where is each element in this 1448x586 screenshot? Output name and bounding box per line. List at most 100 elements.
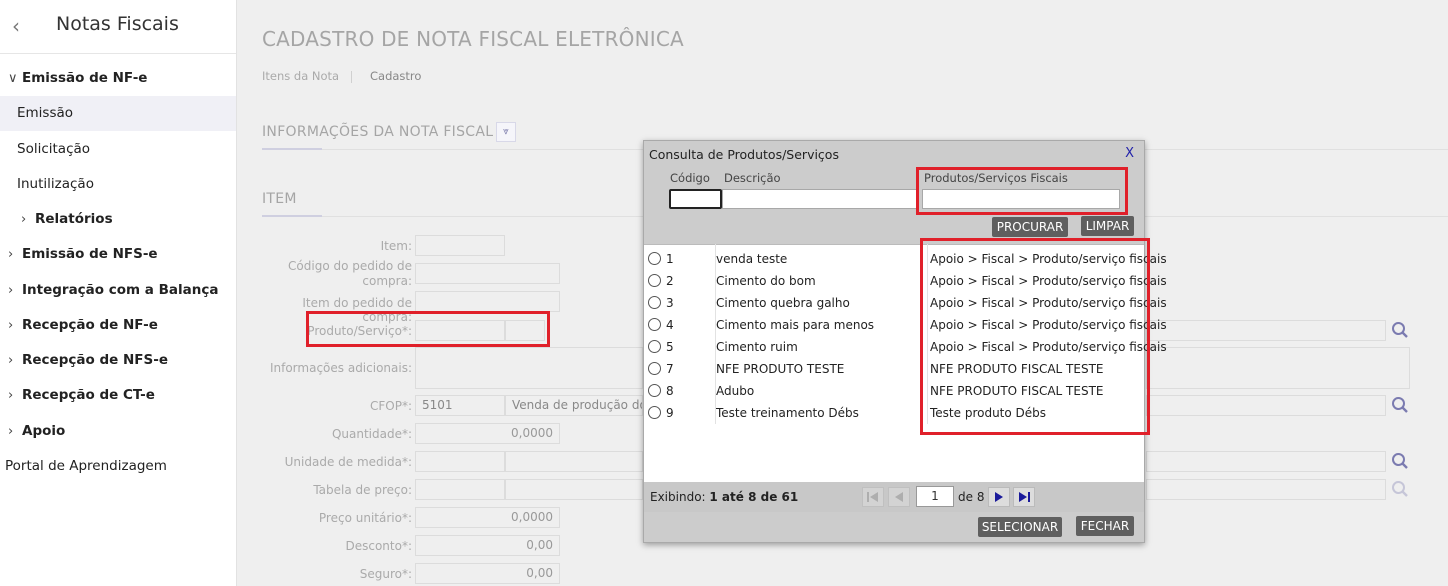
produto-descricao-field[interactable] — [505, 320, 545, 341]
sidebar-item-emissao[interactable]: Emissão — [0, 96, 236, 131]
breadcrumb-separator — [351, 71, 352, 83]
radio-button[interactable] — [648, 406, 661, 419]
breadcrumb-cadastro: Cadastro — [370, 69, 422, 83]
table-row[interactable]: 3 Cimento quebra galho Apoio > Fiscal > Pr… — [644, 292, 1167, 314]
item-field[interactable] — [415, 235, 505, 256]
produto-servico-label: Produto/Serviço*: — [307, 324, 412, 338]
codigo-input[interactable] — [669, 189, 722, 209]
next-page-icon — [995, 492, 1003, 502]
sidebar-item-solicitacao[interactable]: Solicitação — [0, 132, 236, 167]
codigo-pedido-field[interactable] — [415, 263, 560, 284]
fiscal-input[interactable] — [922, 189, 1120, 209]
cfop-label: CFOP*: — [369, 399, 412, 413]
table-row[interactable]: 9 Teste treinamento Débs Teste produto Déb… — [644, 402, 1144, 424]
search-icon[interactable] — [1390, 479, 1410, 499]
sidebar-item-portal-aprendizagem[interactable]: Portal de Aprendizagem — [0, 449, 236, 484]
chevron-right-icon: › — [8, 318, 14, 333]
radio-button[interactable] — [648, 296, 661, 309]
cfop-description-field-ext[interactable] — [1146, 395, 1386, 416]
previous-page-icon — [895, 492, 903, 502]
cfop-code-field[interactable]: 5101 — [415, 395, 505, 416]
sidebar-item-recepcao-nfse[interactable]: › Recepção de NFS-e — [0, 343, 236, 378]
limpar-button[interactable]: LIMPAR — [1081, 216, 1134, 236]
sidebar-item-inutilizacao[interactable]: Inutilização — [0, 167, 236, 202]
descricao-input[interactable] — [722, 189, 917, 209]
sidebar-item-apoio[interactable]: › Apoio — [0, 414, 236, 449]
exibindo-value: 1 até 8 de 61 — [709, 490, 799, 504]
radio-button[interactable] — [648, 384, 661, 397]
section-underline — [262, 215, 322, 217]
radio-button[interactable] — [648, 318, 661, 331]
sidebar-item-label: Integração com a Balança — [22, 282, 219, 298]
unidade-descricao-field-ext[interactable] — [1146, 451, 1386, 472]
info-adicionais-label: Informações adicionais: — [269, 361, 412, 375]
tabela-preco-label: Tabela de preço: — [313, 483, 412, 497]
row-fiscal: Teste produto Débs — [930, 406, 1047, 420]
unidade-descricao-field[interactable] — [505, 451, 643, 472]
radio-button[interactable] — [648, 252, 661, 265]
search-icon[interactable] — [1390, 320, 1410, 340]
table-row[interactable]: 5 Cimento ruim Apoio > Fiscal > Produto/se… — [644, 336, 1167, 358]
close-icon[interactable]: X — [1125, 146, 1134, 161]
tabela-descricao-field-ext[interactable] — [1146, 479, 1386, 500]
selecionar-button[interactable]: SELECIONAR — [978, 517, 1062, 537]
back-arrow-icon[interactable]: ‹ — [12, 14, 20, 38]
desconto-label: Desconto*: — [345, 539, 412, 553]
table-row[interactable]: 8 Adubo NFE PRODUTO FISCAL TESTE — [644, 380, 1144, 402]
first-page-button[interactable] — [862, 487, 884, 507]
last-page-button[interactable] — [1013, 487, 1035, 507]
next-page-button[interactable] — [988, 487, 1010, 507]
produto-codigo-field[interactable] — [415, 320, 505, 341]
pagination-bar: Exibindo: 1 até 8 de 61 1 de 8 — [644, 482, 1144, 512]
desconto-field[interactable]: 0,00 — [415, 535, 560, 556]
expand-section-button[interactable]: ⩔ — [496, 122, 516, 142]
sidebar-item-relatorios[interactable]: › Relatórios — [0, 202, 236, 237]
tabela-descricao-field[interactable] — [505, 479, 643, 500]
sidebar-item-recepcao-nfe[interactable]: › Recepção de NF-e — [0, 308, 236, 343]
dialog-title: Consulta de Produtos/Serviços — [649, 147, 839, 162]
quantidade-field[interactable]: 0,0000 — [415, 423, 560, 444]
item-label: Item: — [380, 239, 412, 253]
tabela-codigo-field[interactable] — [415, 479, 505, 500]
procurar-button[interactable]: PROCURAR — [992, 217, 1068, 237]
radio-button[interactable] — [648, 362, 661, 375]
item-pedido-field[interactable] — [415, 291, 560, 312]
sidebar-item-recepcao-cte[interactable]: › Recepção de CT-e — [0, 378, 236, 413]
search-icon[interactable] — [1390, 395, 1410, 415]
sidebar-item-integracao-balanca[interactable]: › Integração com a Balança — [0, 273, 236, 308]
unidade-codigo-field[interactable] — [415, 451, 505, 472]
info-adicionais-textarea[interactable] — [415, 347, 643, 389]
chevron-right-icon: › — [8, 388, 14, 403]
page-number-input[interactable]: 1 — [916, 486, 954, 507]
descricao-label: Descrição — [724, 171, 781, 185]
cfop-description-field[interactable]: Venda de produção do es — [505, 395, 643, 416]
breadcrumb-itens-nota[interactable]: Itens da Nota — [262, 69, 339, 83]
row-description: Cimento ruim — [716, 340, 798, 354]
section-underline — [262, 148, 322, 150]
section-item-title: ITEM — [262, 191, 297, 207]
row-description: Cimento mais para menos — [716, 318, 875, 332]
last-page-icon — [1019, 492, 1030, 502]
sidebar-item-label: Portal de Aprendizagem — [5, 458, 167, 474]
seguro-field[interactable]: 0,00 — [415, 563, 560, 584]
table-row[interactable]: 7 NFE PRODUTO TESTE NFE PRODUTO FISCAL TES… — [644, 358, 1144, 380]
sidebar-item-emissao-nfe[interactable]: ∨ Emissão de NF-e — [0, 61, 236, 96]
produto-descricao-field-ext[interactable] — [1146, 320, 1386, 341]
row-code: 5 — [666, 340, 674, 354]
search-icon[interactable] — [1390, 451, 1410, 471]
table-row[interactable]: 1 venda teste Apoio > Fiscal > Produto/ser… — [644, 248, 1167, 270]
info-adicionais-textarea-ext[interactable] — [1146, 347, 1410, 389]
radio-button[interactable] — [648, 340, 661, 353]
row-description: Adubo — [716, 384, 755, 398]
previous-page-button[interactable] — [888, 487, 910, 507]
table-row[interactable]: 4 Cimento mais para menos Apoio > Fiscal >… — [644, 314, 1167, 336]
page-title: CADASTRO DE NOTA FISCAL ELETRÔNICA — [262, 27, 684, 51]
double-chevron-down-icon: ⩔ — [503, 126, 509, 137]
table-row[interactable]: 2 Cimento do bom Apoio > Fiscal > Produto/… — [644, 270, 1167, 292]
row-code: 9 — [666, 406, 674, 420]
radio-button[interactable] — [648, 274, 661, 287]
sidebar-item-emissao-nfse[interactable]: › Emissão de NFS-e — [0, 237, 236, 272]
row-fiscal: Apoio > Fiscal > Produto/serviço fiscais — [930, 274, 1167, 288]
preco-unitario-field[interactable]: 0,0000 — [415, 507, 560, 528]
fechar-button[interactable]: FECHAR — [1076, 516, 1134, 536]
